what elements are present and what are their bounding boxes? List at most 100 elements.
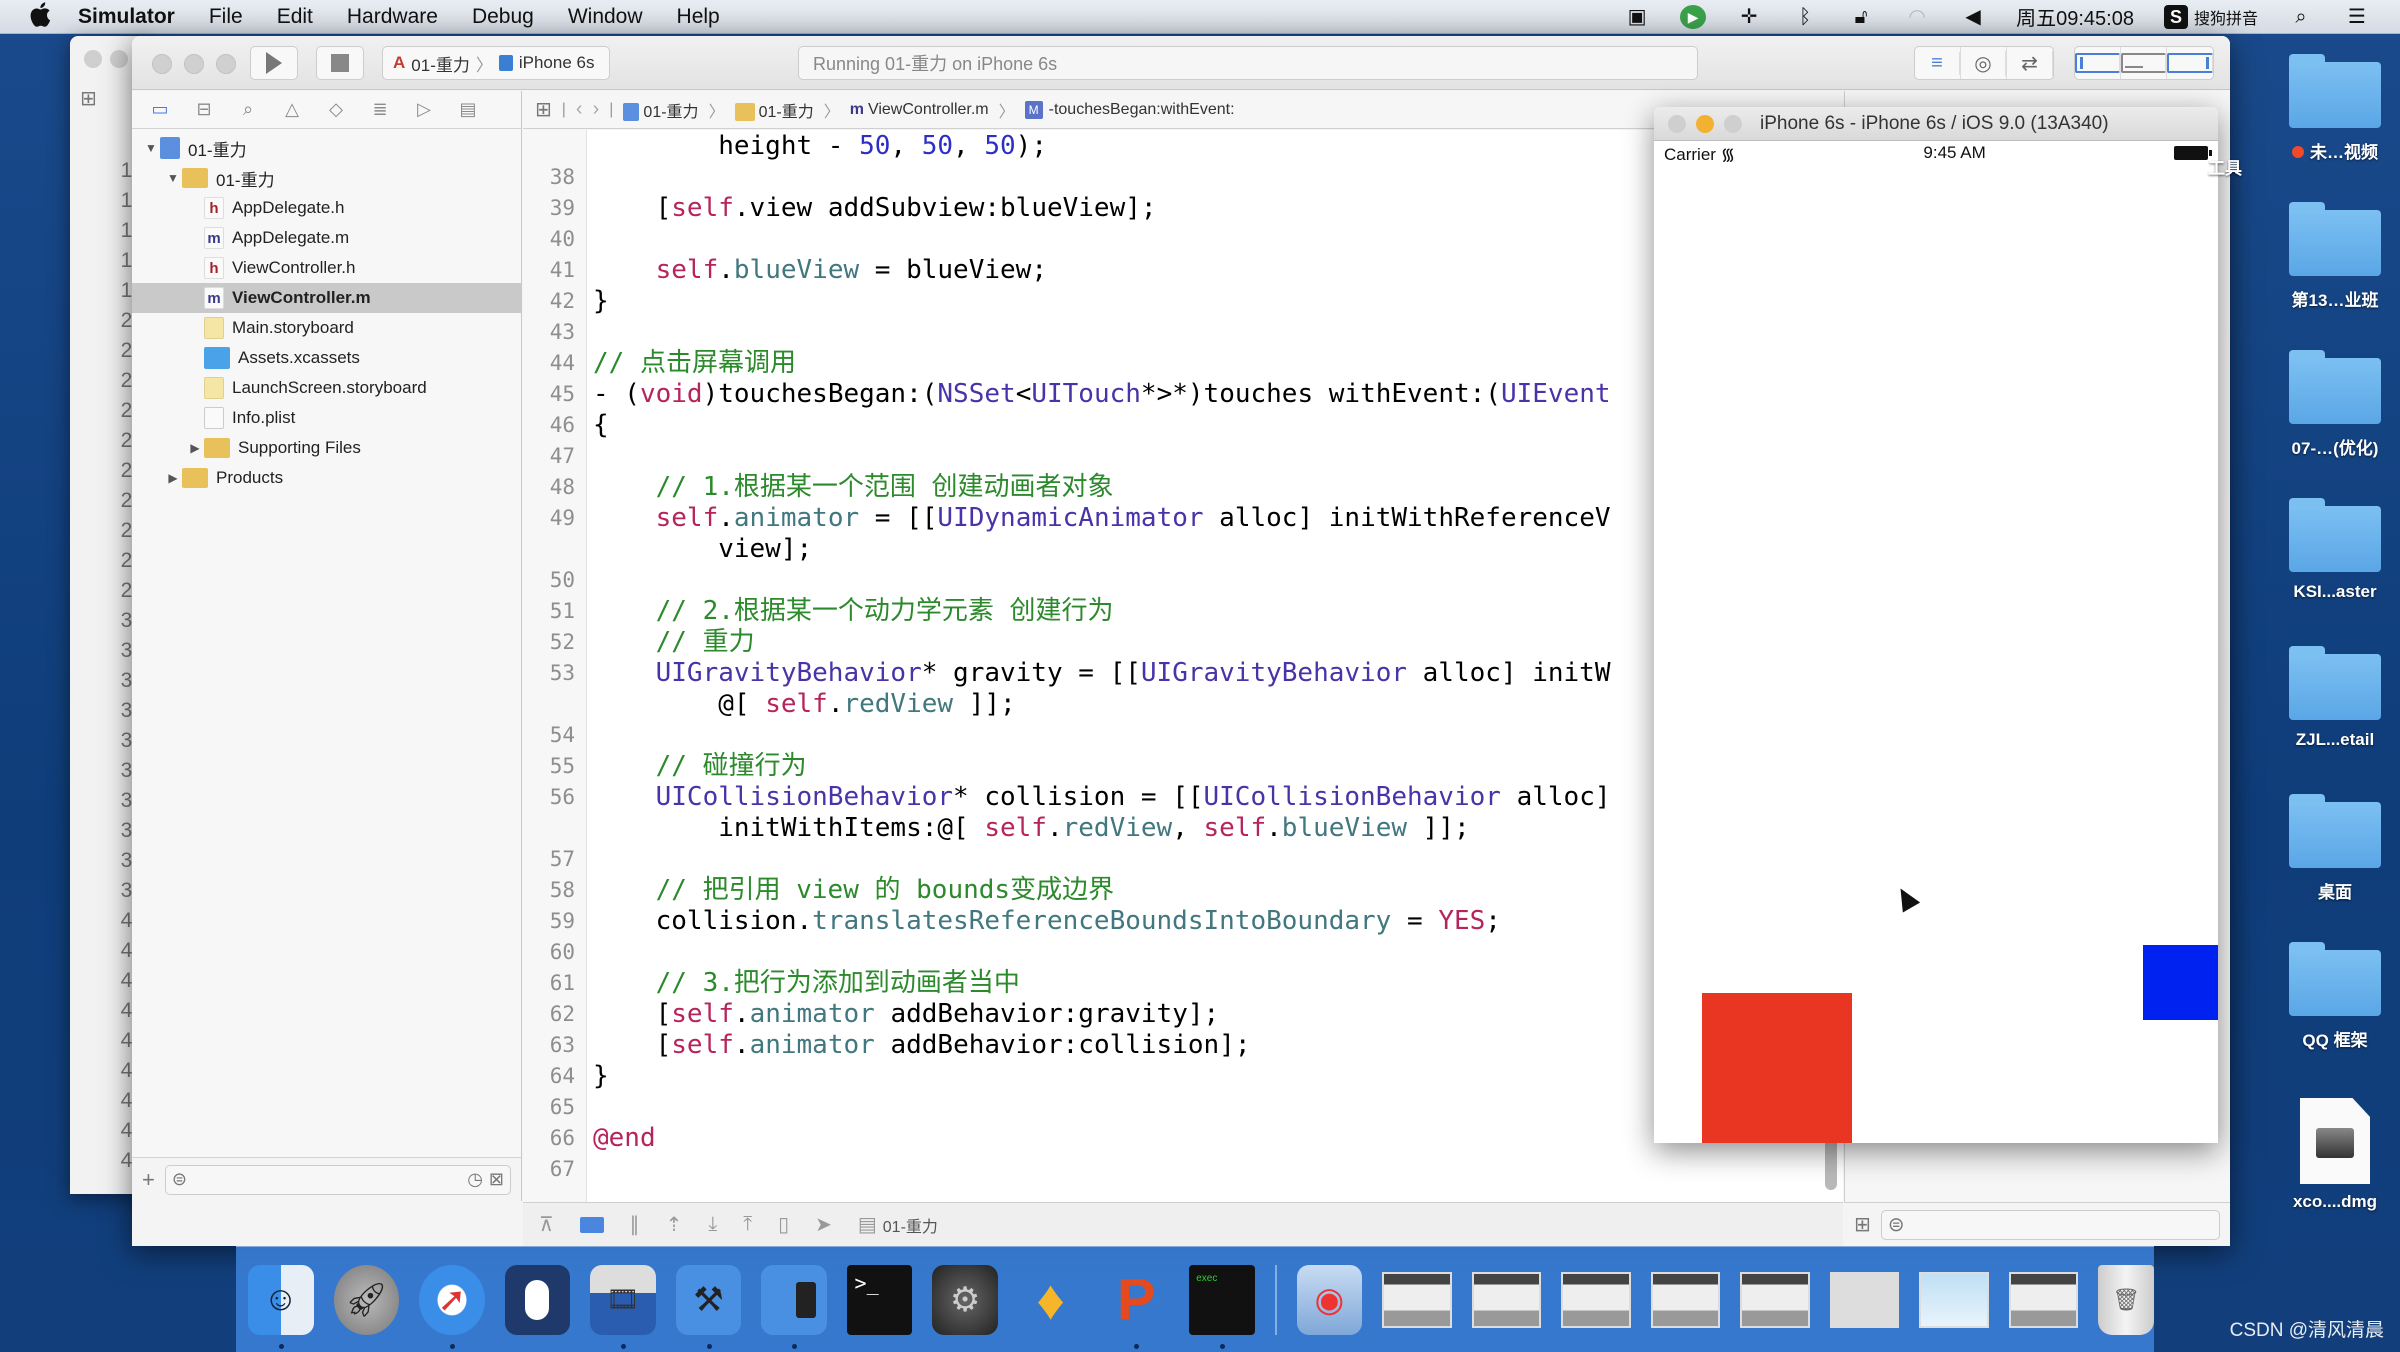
step-into-icon[interactable]: ⤓: [708, 1213, 717, 1236]
stop-button[interactable]: [316, 46, 364, 80]
dock-window-thumbnail[interactable]: [1471, 1271, 1542, 1328]
dock-window-thumbnail[interactable]: [1919, 1271, 1989, 1328]
file-tree-item[interactable]: Info.plist: [132, 403, 521, 433]
code-line[interactable]: 60: [523, 937, 1843, 968]
breakpoints-toggle-icon[interactable]: [579, 1216, 604, 1233]
code-line[interactable]: 57: [523, 844, 1843, 875]
code-line[interactable]: 59 collision.translatesReferenceBoundsIn…: [523, 906, 1843, 937]
minimize-button[interactable]: [1696, 114, 1714, 133]
bluetooth-icon[interactable]: ᛒ: [1792, 5, 1818, 29]
code-line[interactable]: 63 [self.animator addBehavior:collision]…: [523, 1030, 1843, 1061]
close-button[interactable]: [152, 54, 172, 74]
jumpbar-crumb-project[interactable]: 01-重力: [623, 98, 699, 122]
desktop-icon[interactable]: 未…视频: [2270, 54, 2400, 163]
toggle-debug-area-button[interactable]: [2121, 47, 2167, 79]
dock-window-thumbnail[interactable]: [2008, 1271, 2079, 1328]
code-line[interactable]: 51 // 2.根据某一个动力学元素 创建行为: [523, 596, 1843, 627]
file-tree-item[interactable]: ▶ Supporting Files: [132, 433, 521, 463]
standard-editor-button[interactable]: ≡: [1915, 47, 1961, 79]
code-line[interactable]: initWithItems:@[ self.redView, self.blue…: [523, 813, 1843, 844]
lock-icon[interactable]: 🔓︎: [1848, 5, 1874, 29]
pause-icon[interactable]: ∥: [630, 1212, 640, 1237]
input-method[interactable]: S 搜狗拼音: [2163, 4, 2258, 29]
magnifier-icon[interactable]: ⌕: [236, 99, 260, 120]
disclosure-closed-icon[interactable]: ▶: [164, 471, 182, 485]
version-editor-button[interactable]: ⇄: [2007, 47, 2053, 79]
zoom-button[interactable]: [1724, 114, 1742, 133]
desktop-partial-label[interactable]: 工具: [2208, 154, 2258, 179]
code-line[interactable]: 49 self.animator = [[UIDynamicAnimator a…: [523, 503, 1843, 534]
code-line[interactable]: 46 {: [523, 410, 1843, 441]
code-line[interactable]: 38: [523, 162, 1843, 193]
close-button[interactable]: [1668, 114, 1686, 133]
target-selector[interactable]: ▤ 01-重力: [858, 1212, 938, 1237]
step-out-icon[interactable]: ⤒: [743, 1213, 752, 1236]
assistant-editor-button[interactable]: ◎: [1961, 47, 2007, 79]
dock-sketch[interactable]: ♦: [1018, 1265, 1084, 1335]
report-icon[interactable]: ▤: [456, 99, 480, 120]
location-icon[interactable]: ➤: [815, 1212, 832, 1237]
file-tree-item[interactable]: h AppDelegate.h: [132, 193, 521, 223]
grid-view-icon[interactable]: ⊞: [1854, 1212, 1871, 1237]
dock-launchpad[interactable]: 🚀︎: [333, 1264, 400, 1335]
dock-mouse-app[interactable]: [504, 1264, 571, 1335]
code-line[interactable]: 62 [self.animator addBehavior:gravity];: [523, 999, 1843, 1030]
file-tree-item[interactable]: ▼ 01-重力: [132, 133, 521, 163]
zoom-button[interactable]: [216, 54, 236, 74]
run-button[interactable]: [250, 46, 298, 80]
step-over-icon[interactable]: ⇡: [666, 1212, 683, 1237]
menu-file[interactable]: File: [209, 5, 243, 29]
dock-window-thumbnail[interactable]: [1740, 1271, 1810, 1328]
apple-menu-icon[interactable]: [28, 1, 54, 33]
file-tree-item[interactable]: ▶ Products: [132, 463, 521, 493]
code-line[interactable]: 43: [523, 317, 1843, 348]
dock-xcode[interactable]: ⚒: [675, 1264, 742, 1349]
grid-icon[interactable]: ⊞: [80, 86, 97, 111]
menu-clock[interactable]: 周五09:45:08: [2016, 2, 2134, 31]
code-line[interactable]: 47: [523, 441, 1843, 472]
desktop-icon[interactable]: QQ 框架: [2270, 942, 2400, 1051]
toggle-navigator-button[interactable]: [2075, 47, 2121, 79]
dock-console[interactable]: exec: [1189, 1264, 1255, 1349]
file-tree-item[interactable]: m AppDelegate.m: [132, 223, 521, 253]
screen-record-icon[interactable]: ▣: [1624, 5, 1650, 29]
desktop-icon[interactable]: 第13…业班: [2270, 202, 2400, 311]
diamond-icon[interactable]: ◇: [324, 99, 348, 120]
code-line[interactable]: 48 // 1.根据某一个范围 创建动画者对象: [523, 472, 1843, 503]
menu-simulator[interactable]: Simulator: [78, 5, 175, 29]
disclosure-open-icon[interactable]: ▼: [164, 171, 182, 185]
file-tree-item[interactable]: Main.storyboard: [132, 313, 521, 343]
dock-finder[interactable]: ☺: [248, 1264, 314, 1349]
dock-video-player[interactable]: ◉: [1296, 1264, 1363, 1335]
forward-arrow-icon[interactable]: ›: [593, 98, 600, 121]
code-line[interactable]: view];: [523, 534, 1843, 565]
code-line[interactable]: 64}: [523, 1061, 1843, 1092]
code-line[interactable]: 44 // 点击屏幕调用: [523, 348, 1843, 379]
wifi-icon[interactable]: ◠: [1904, 5, 1930, 29]
desktop-icon[interactable]: 桌面: [2270, 794, 2400, 903]
dock-p-app[interactable]: P: [1103, 1265, 1169, 1349]
code-line[interactable]: 41 self.blueView = blueView;: [523, 255, 1843, 286]
jumpbar-crumb-file[interactable]: m ViewController.m: [850, 101, 989, 119]
minimize-button[interactable]: [184, 54, 204, 74]
code-line[interactable]: 50: [523, 565, 1843, 596]
spotlight-icon[interactable]: ⌕: [2288, 5, 2314, 29]
minimize-button[interactable]: [110, 50, 128, 68]
source-editor[interactable]: height - 50, 50, 50); 38 39 [self.view add…: [523, 130, 1843, 1202]
view-debugger-icon[interactable]: ▯: [778, 1212, 789, 1237]
code-line[interactable]: 58 // 把引用 view 的 bounds变成边界: [523, 875, 1843, 906]
related-items-icon[interactable]: ⊞: [535, 97, 552, 122]
code-line[interactable]: 53 UIGravityBehavior* gravity = [[UIGrav…: [523, 658, 1843, 689]
code-line[interactable]: 54: [523, 720, 1843, 751]
file-tree-item[interactable]: ▼ 01-重力: [132, 163, 521, 193]
dock-simulator[interactable]: [761, 1264, 827, 1349]
hide-debug-area-icon[interactable]: ⊼: [539, 1212, 554, 1237]
jumpbar-crumb-group[interactable]: 01-重力: [734, 98, 814, 122]
hierarchy-icon[interactable]: ⊟: [192, 99, 216, 120]
toggle-utilities-button[interactable]: [2167, 47, 2213, 79]
library-filter-field[interactable]: ⊜: [1880, 1209, 2220, 1240]
media-player-icon[interactable]: ▶: [1680, 4, 1707, 29]
disclosure-open-icon[interactable]: ▼: [142, 141, 160, 155]
back-arrow-icon[interactable]: ‹: [576, 98, 583, 121]
dock-terminal[interactable]: >_: [846, 1264, 913, 1335]
